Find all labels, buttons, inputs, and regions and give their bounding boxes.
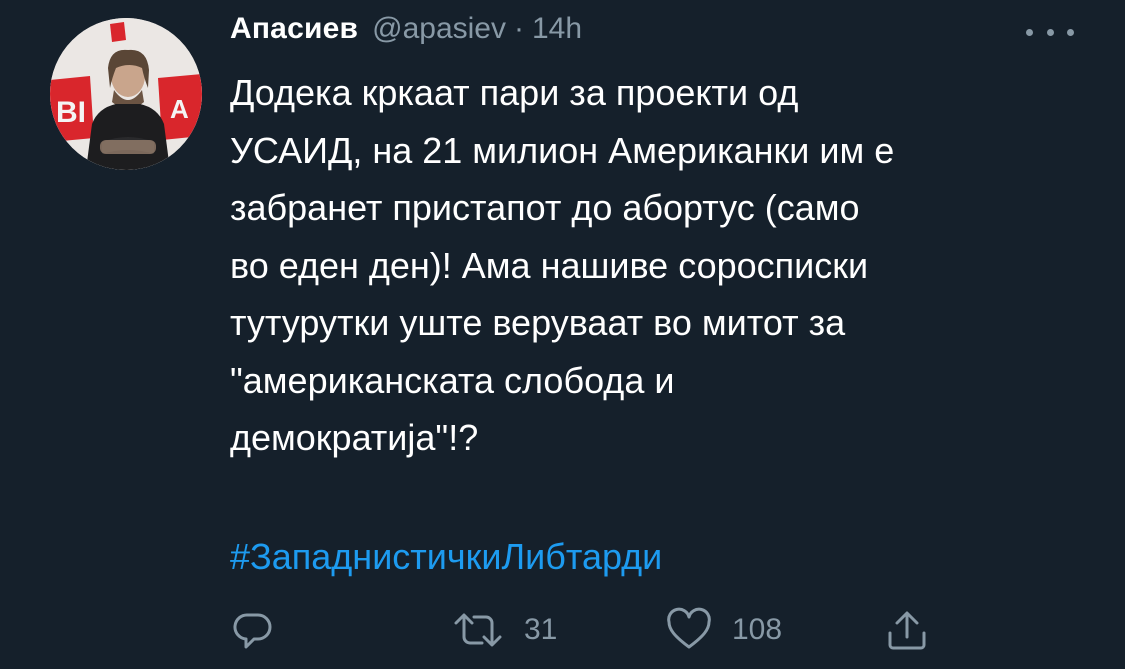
more-dot xyxy=(1046,28,1054,36)
author-handle[interactable]: @apasiev xyxy=(372,12,506,46)
tweet-actions: 31 108 xyxy=(0,600,1125,660)
heart-icon xyxy=(667,607,711,649)
reply-icon xyxy=(233,613,272,649)
tweet-timestamp[interactable]: 14h xyxy=(532,12,582,46)
svg-text:BI: BI xyxy=(56,96,86,129)
tweet[interactable]: BI A Апасиев @apasiev · 14h Додека кркаа… xyxy=(0,0,1125,669)
tweet-header: Апасиев @apasiev · 14h xyxy=(230,12,582,56)
reply-button[interactable] xyxy=(228,600,278,660)
retweet-button[interactable]: 31 xyxy=(450,600,557,660)
more-dot xyxy=(1026,28,1033,36)
hashtag-link[interactable]: #ЗападнистичкиЛибтарди xyxy=(230,528,662,585)
time-separator: · xyxy=(513,12,524,45)
svg-text:A: A xyxy=(170,94,189,124)
avatar[interactable]: BI A xyxy=(50,18,202,170)
more-dot xyxy=(1067,28,1074,36)
share-icon xyxy=(888,611,926,650)
share-button[interactable] xyxy=(882,600,932,660)
more-options-icon[interactable] xyxy=(1026,20,1074,44)
like-count: 108 xyxy=(732,613,783,646)
author-display-name[interactable]: Апасиев xyxy=(230,12,358,46)
tweet-text: Додека кркаат пари за проекти од УСАИД, … xyxy=(230,72,895,458)
like-button[interactable]: 108 xyxy=(664,600,782,660)
avatar-photo: BI A xyxy=(50,18,202,170)
retweet-count: 31 xyxy=(524,613,558,646)
retweet-icon xyxy=(454,613,502,647)
